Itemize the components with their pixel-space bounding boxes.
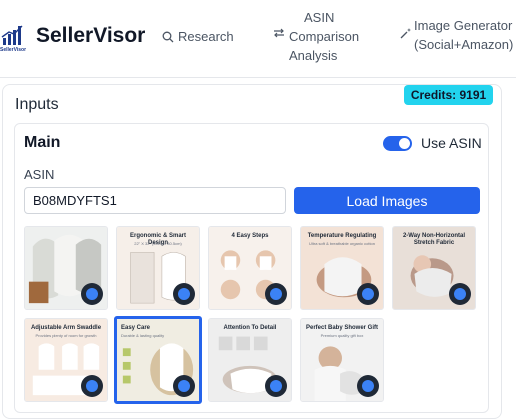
sellervisor-logo-icon[interactable]: SellerVisor bbox=[0, 22, 30, 52]
thumbnail-caption: 4 Easy Steps bbox=[231, 233, 269, 239]
asin-input[interactable] bbox=[24, 187, 286, 214]
select-image-icon[interactable] bbox=[265, 375, 287, 397]
thumbnail-subcaption: Provides plenty of room for growth bbox=[35, 333, 97, 338]
thumbnail-caption: 2-Way Non-Horizontal Stretch Fabric bbox=[402, 233, 466, 246]
product-image-thumbnail-3[interactable]: 4 Easy Steps bbox=[208, 226, 292, 310]
product-image-thumbnail-6[interactable]: Adjustable Arm Swaddle Provides plenty o… bbox=[24, 318, 108, 402]
thumbnail-subcaption: 22" X 32" (55cm x 80.5cm) bbox=[134, 241, 182, 246]
nav-image-generator[interactable]: Image Generator (Social+Amazon) bbox=[400, 16, 513, 54]
asin-label: ASIN bbox=[24, 167, 55, 182]
product-image-thumbnail-1[interactable] bbox=[24, 226, 108, 310]
nav-asin-label-line1: ASIN bbox=[304, 10, 335, 25]
search-icon bbox=[162, 31, 174, 43]
select-image-icon[interactable] bbox=[357, 283, 379, 305]
product-image-thumbnail-9[interactable]: Perfect Baby Shower Gift Premium quality… bbox=[300, 318, 384, 402]
thumbnail-caption: Perfect Baby Shower Gift bbox=[305, 325, 379, 331]
product-image-thumbnail-5[interactable]: 2-Way Non-Horizontal Stretch Fabric bbox=[392, 226, 476, 310]
thumbnail-caption: Easy Care bbox=[121, 325, 151, 331]
credits-badge: Credits: 9191 bbox=[404, 85, 493, 105]
nav-research-label: Research bbox=[178, 29, 234, 44]
svg-text:SellerVisor: SellerVisor bbox=[0, 47, 26, 52]
nav-asin-label-line3: Analysis bbox=[289, 48, 338, 63]
inputs-title: Inputs bbox=[15, 96, 59, 113]
thumbnail-caption: Adjustable Arm Swaddle bbox=[30, 325, 102, 331]
swap-arrows-icon bbox=[273, 27, 285, 65]
nav-research[interactable]: Research bbox=[162, 27, 234, 46]
select-image-icon[interactable] bbox=[81, 283, 103, 305]
product-image-thumbnail-7[interactable]: Easy Care Durable & lasting quality bbox=[114, 316, 202, 404]
product-image-thumbnail-2[interactable]: Ergonomic & Smart Design 22" X 32" (55cm… bbox=[116, 226, 200, 310]
select-image-icon[interactable] bbox=[81, 375, 103, 397]
main-title: Main bbox=[24, 134, 61, 151]
thumbnail-caption: Attention To Detail bbox=[223, 325, 277, 331]
select-image-icon[interactable] bbox=[449, 283, 471, 305]
nav-asin-comparison[interactable]: ASIN Comparison Analysis bbox=[273, 8, 359, 65]
thumbnail-caption: Temperature Regulating bbox=[307, 233, 377, 239]
select-image-icon[interactable] bbox=[265, 283, 287, 305]
top-navigation: SellerVisor SellerVisor Research ASIN Co… bbox=[0, 0, 516, 78]
nav-image-label-line1: Image Generator bbox=[414, 18, 513, 33]
load-images-button[interactable]: Load Images bbox=[294, 187, 480, 214]
product-image-thumbnail-4[interactable]: Temperature Regulating Ultra soft & brea… bbox=[300, 226, 384, 310]
product-image-thumbnail-8[interactable]: Attention To Detail bbox=[208, 318, 292, 402]
use-asin-label: Use ASIN bbox=[421, 135, 482, 151]
use-asin-toggle[interactable] bbox=[383, 136, 412, 151]
select-image-icon[interactable] bbox=[173, 283, 195, 305]
select-image-icon[interactable] bbox=[173, 375, 195, 397]
thumbnail-subcaption: Premium quality gift box bbox=[320, 333, 364, 338]
thumbnail-subcaption: Durable & lasting quality bbox=[121, 333, 165, 338]
nav-asin-label-line2: Comparison bbox=[289, 29, 360, 44]
nav-image-label-line2: (Social+Amazon) bbox=[414, 37, 514, 52]
toggle-knob bbox=[399, 138, 410, 149]
thumbnail-subcaption: Ultra soft & breathable organic cotton bbox=[308, 241, 376, 246]
select-image-icon[interactable] bbox=[357, 375, 379, 397]
brand-name[interactable]: SellerVisor bbox=[36, 24, 145, 48]
magic-wand-icon bbox=[400, 27, 412, 54]
